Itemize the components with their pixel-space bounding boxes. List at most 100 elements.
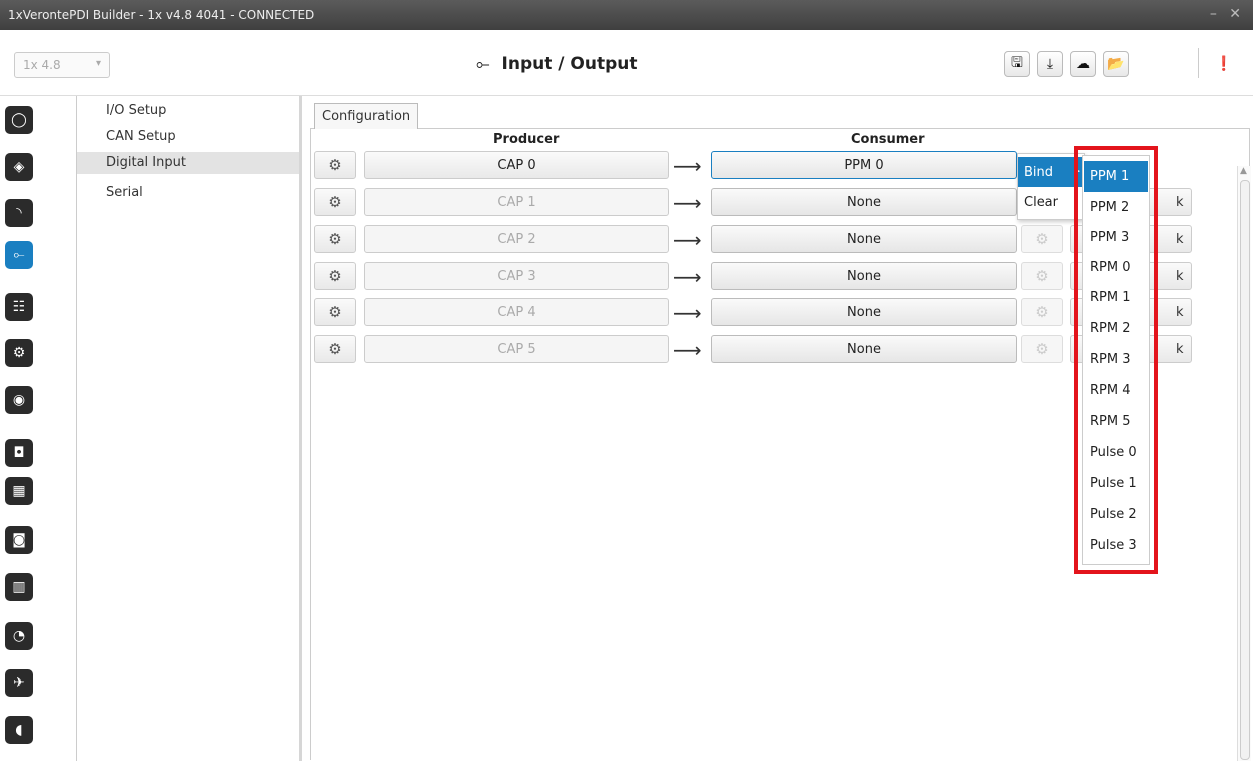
arrow-right-icon: ⟶ xyxy=(673,265,702,289)
sliders-icon: ☷ xyxy=(12,299,26,315)
producer-field[interactable]: CAP 2 xyxy=(364,225,669,253)
nav-sliders[interactable]: ☷ xyxy=(5,293,33,321)
arrow-right-icon: ⟶ xyxy=(673,338,702,362)
cogs-icon: ⚙ xyxy=(12,345,26,361)
nav-plane[interactable]: ✈ xyxy=(5,669,33,697)
producer-settings-button[interactable]: ⚙ xyxy=(314,188,356,216)
window-title: 1xVerontePDI Builder - 1x v4.8 4041 - CO… xyxy=(8,8,315,22)
open-folder-button[interactable]: 📂 xyxy=(1103,51,1129,77)
producer-field[interactable]: CAP 5 xyxy=(364,335,669,363)
submenu-digital-input[interactable]: Digital Input xyxy=(77,152,299,174)
consumer-settings-button[interactable]: ⚙ xyxy=(1021,262,1063,290)
rss-icon: ◝ xyxy=(16,205,22,221)
chart-icon: ▥ xyxy=(12,579,26,595)
cogs-icon: ⚙ xyxy=(328,303,342,321)
consumer-field[interactable]: None xyxy=(711,335,1017,363)
shield-icon: ◖ xyxy=(15,722,23,738)
consumer-settings-button[interactable]: ⚙ xyxy=(1021,335,1063,363)
consumer-settings-button[interactable]: ⚙ xyxy=(1021,225,1063,253)
cogs-icon: ⚙ xyxy=(328,340,342,358)
producer-settings-button[interactable]: ⚙ xyxy=(314,335,356,363)
cogs-icon: ⚙ xyxy=(328,156,342,174)
consumer-column-header: Consumer xyxy=(851,132,925,147)
producer-settings-button[interactable]: ⚙ xyxy=(314,298,356,326)
version-select[interactable]: 1x 4.8 ▾ xyxy=(14,52,110,78)
vertical-scrollbar[interactable]: ▲ xyxy=(1237,166,1251,761)
menu-item-bind-label: Bind xyxy=(1024,165,1054,180)
main-nav: ◯ ◈ ◝ ⟜ ☷ ⚙ ◉ ◘ ▦ ◙ ▥ ◔ ✈ ◖ xyxy=(0,96,36,761)
cogs-icon: ⚙ xyxy=(1035,340,1049,358)
submenu-can-setup[interactable]: CAN Setup xyxy=(77,126,299,148)
download-button[interactable]: ⤓ xyxy=(1037,51,1063,77)
window-controls[interactable]: – ✕ xyxy=(1210,6,1245,22)
nav-cogs[interactable]: ⚙ xyxy=(5,339,33,367)
nav-grid[interactable]: ▦ xyxy=(5,477,33,505)
download-icon: ⤓ xyxy=(1046,56,1054,72)
producer-field[interactable]: CAP 0 xyxy=(364,151,669,179)
podcast-icon: ◉ xyxy=(12,392,26,408)
page-title-text: Input / Output xyxy=(501,54,638,74)
gauge-icon: ◔ xyxy=(12,628,26,644)
consumer-settings-button[interactable]: ⚙ xyxy=(1021,298,1063,326)
usb-icon: ⟜ xyxy=(13,247,25,263)
save-icon: 🖫 xyxy=(1011,55,1023,71)
gem-icon: ◈ xyxy=(13,159,25,175)
submenu-io-setup[interactable]: I/O Setup xyxy=(77,100,299,122)
cogs-icon: ⚙ xyxy=(328,193,342,211)
io-submenu: I/O Setup CAN Setup Digital Input Serial xyxy=(76,96,302,761)
nav-gamepad[interactable]: ◘ xyxy=(5,439,33,467)
producer-field[interactable]: CAP 3 xyxy=(364,262,669,290)
nav-shield[interactable]: ◖ xyxy=(5,716,33,744)
chevron-up-icon[interactable]: ▲ xyxy=(1240,166,1247,176)
nav-rss[interactable]: ◝ xyxy=(5,199,33,227)
plane-icon: ✈ xyxy=(13,675,25,691)
producer-field[interactable]: CAP 4 xyxy=(364,298,669,326)
consumer-field[interactable]: None xyxy=(711,262,1017,290)
nav-gem[interactable]: ◈ xyxy=(5,153,33,181)
arrow-right-icon: ⟶ xyxy=(673,191,702,215)
nav-gauge[interactable]: ◔ xyxy=(5,622,33,650)
save-button[interactable]: 🖫 xyxy=(1004,51,1030,77)
producer-settings-button[interactable]: ⚙ xyxy=(314,151,356,179)
tab-configuration[interactable]: Configuration xyxy=(314,103,418,129)
scrollbar-thumb[interactable] xyxy=(1240,180,1250,760)
nav-power[interactable]: ◯ xyxy=(5,106,33,134)
cogs-icon: ⚙ xyxy=(1035,303,1049,321)
page-title: ⟜ Input / Output xyxy=(476,54,637,74)
arrow-right-icon: ⟶ xyxy=(673,301,702,325)
producer-field[interactable]: CAP 1 xyxy=(364,188,669,216)
producer-settings-button[interactable]: ⚙ xyxy=(314,262,356,290)
camera-icon: ◙ xyxy=(12,532,26,548)
nav-chart[interactable]: ▥ xyxy=(5,573,33,601)
cogs-icon: ⚙ xyxy=(328,230,342,248)
window-titlebar: 1xVerontePDI Builder - 1x v4.8 4041 - CO… xyxy=(0,0,1253,30)
consumer-field[interactable]: None xyxy=(711,188,1017,216)
folder-open-icon: 📂 xyxy=(1107,56,1125,72)
producer-settings-button[interactable]: ⚙ xyxy=(314,225,356,253)
consumer-field[interactable]: PPM 0 xyxy=(711,151,1017,179)
submenu-serial[interactable]: Serial xyxy=(77,182,299,204)
nav-input-output[interactable]: ⟜ xyxy=(5,241,33,269)
consumer-field[interactable]: None xyxy=(711,225,1017,253)
gamepad-icon: ◘ xyxy=(13,445,25,461)
grid-icon: ▦ xyxy=(12,483,26,499)
power-icon: ◯ xyxy=(11,112,27,128)
arrow-right-icon: ⟶ xyxy=(673,154,702,178)
header: 1x 4.8 ▾ ⟜ Input / Output 🖫 ⤓ ☁ 📂 ❗ xyxy=(0,30,1253,96)
info-icon: ❗ xyxy=(1215,56,1233,72)
arrow-right-icon: ⟶ xyxy=(673,228,702,252)
cogs-icon: ⚙ xyxy=(1035,267,1049,285)
chevron-down-icon: ▾ xyxy=(95,58,101,69)
usb-icon: ⟜ xyxy=(476,54,490,74)
consumer-field[interactable]: None xyxy=(711,298,1017,326)
nav-podcast[interactable]: ◉ xyxy=(5,386,33,414)
version-value: 1x 4.8 xyxy=(23,58,61,72)
cloud-button[interactable]: ☁ xyxy=(1070,51,1096,77)
producer-column-header: Producer xyxy=(493,132,560,147)
nav-camera[interactable]: ◙ xyxy=(5,526,33,554)
cogs-icon: ⚙ xyxy=(1035,230,1049,248)
cogs-icon: ⚙ xyxy=(328,267,342,285)
info-button[interactable]: ❗ xyxy=(1211,51,1237,77)
annotation-highlight-box xyxy=(1074,146,1158,574)
toolbar-separator xyxy=(1198,48,1199,78)
